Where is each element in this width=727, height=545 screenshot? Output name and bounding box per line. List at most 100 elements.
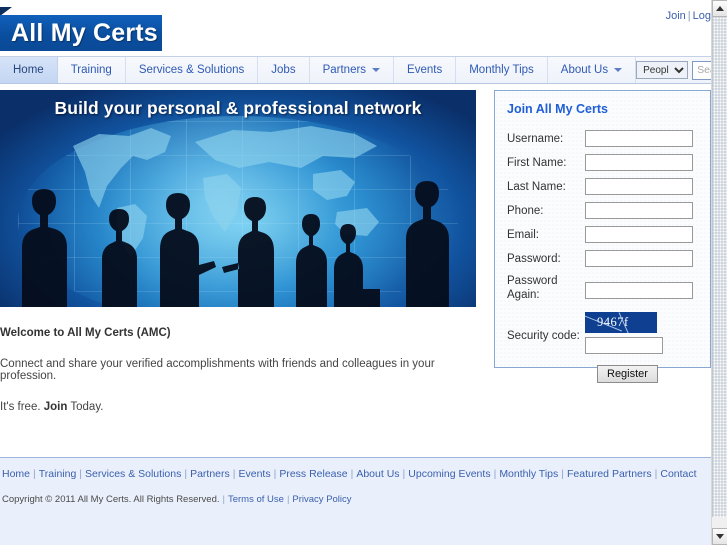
nav-label: Events bbox=[407, 64, 443, 76]
welcome-body: Connect and share your verified accompli… bbox=[0, 358, 435, 382]
account-links: Join | Log bbox=[666, 10, 711, 22]
username-input[interactable] bbox=[585, 130, 693, 147]
password-label: Password: bbox=[507, 253, 561, 265]
nav-label: Services & Solutions bbox=[138, 64, 245, 76]
footer-separator: | bbox=[654, 468, 658, 480]
footer-separator: | bbox=[561, 468, 564, 480]
nav-item-events[interactable]: Events bbox=[394, 57, 457, 83]
registration-form: Username: First Name: Last Name: Phone: bbox=[495, 116, 710, 383]
search-input[interactable] bbox=[693, 61, 711, 79]
main-navigation: Home Training Services & Solutions Jobs … bbox=[0, 56, 711, 84]
form-row-last-name: Last Name: bbox=[507, 178, 710, 195]
footer-copyright: Copyright © 2011 All My Certs. All Right… bbox=[0, 480, 711, 505]
footer-link-upcoming-events[interactable]: Upcoming Events bbox=[408, 468, 490, 480]
nav-item-training[interactable]: Training bbox=[58, 57, 126, 83]
footer-link-contact[interactable]: Contact bbox=[660, 468, 696, 480]
nav-item-about-us[interactable]: About Us bbox=[548, 57, 637, 83]
chevron-down-icon bbox=[614, 68, 623, 72]
footer-separator: | bbox=[350, 468, 354, 480]
phone-input[interactable] bbox=[585, 202, 693, 219]
terms-of-use-link[interactable]: Terms of Use bbox=[228, 494, 284, 505]
register-button[interactable]: Register bbox=[597, 364, 658, 383]
password-again-label: Password Again: bbox=[507, 274, 585, 302]
security-code-label: Security code: bbox=[507, 330, 580, 342]
nav-item-services-and-solutions[interactable]: Services & Solutions bbox=[126, 57, 259, 83]
privacy-policy-link[interactable]: Privacy Policy bbox=[292, 494, 351, 505]
search-scope-select[interactable]: People bbox=[636, 61, 689, 79]
footer-separator: | bbox=[79, 468, 83, 480]
footer-separator: | bbox=[232, 468, 236, 480]
email-input[interactable] bbox=[585, 226, 693, 243]
hero-title: Build your personal & professional netwo… bbox=[54, 98, 422, 118]
nav-label: Training bbox=[70, 64, 112, 76]
first-name-label: First Name: bbox=[507, 157, 567, 169]
nav-item-home[interactable]: Home bbox=[0, 57, 58, 83]
search-area: People bbox=[636, 57, 711, 83]
browser-page: All My Certs Join | Log Home Training Serv… bbox=[0, 0, 727, 545]
site-logo[interactable]: All My Certs bbox=[0, 7, 162, 51]
footer-link-press-release[interactable]: Press Release bbox=[279, 468, 347, 480]
triangle-down-icon bbox=[716, 534, 724, 539]
form-row-username: Username: bbox=[507, 130, 710, 147]
login-link[interactable]: Log bbox=[693, 10, 711, 22]
security-code-input[interactable] bbox=[585, 336, 663, 354]
scroll-down-button[interactable] bbox=[712, 528, 727, 545]
join-panel: Join All My Certs Username: First Name: … bbox=[494, 90, 711, 383]
site-footer: Home | Training | Services & Solutions | Partn… bbox=[0, 457, 711, 545]
join-link[interactable]: Join bbox=[666, 10, 686, 22]
nav-label: About Us bbox=[560, 64, 609, 76]
password-again-input[interactable] bbox=[585, 282, 693, 299]
footer-link-home[interactable]: Home bbox=[2, 468, 30, 480]
content-area: Build your personal & professional netwo… bbox=[0, 84, 711, 537]
page-viewport: All My Certs Join | Log Home Training Serv… bbox=[0, 0, 711, 545]
footer-separator: | bbox=[493, 468, 497, 480]
form-row-email: Email: bbox=[507, 226, 710, 243]
site-header: All My Certs Join | Log bbox=[0, 0, 711, 56]
footer-link-training[interactable]: Training bbox=[39, 468, 77, 480]
scroll-up-button[interactable] bbox=[712, 0, 727, 17]
email-label: Email: bbox=[507, 229, 539, 241]
nav-item-monthly-tips[interactable]: Monthly Tips bbox=[456, 57, 548, 83]
vertical-scrollbar[interactable] bbox=[711, 0, 727, 545]
last-name-input[interactable] bbox=[585, 178, 693, 195]
form-row-security-code: Security code: 9467f bbox=[507, 312, 710, 354]
triangle-up-icon bbox=[716, 6, 724, 11]
captcha-stack: 9467f bbox=[585, 312, 663, 354]
footer-link-partners[interactable]: Partners bbox=[190, 468, 230, 480]
business-people-silhouette bbox=[22, 181, 449, 307]
footer-separator: | bbox=[222, 494, 225, 505]
nav-label: Home bbox=[13, 64, 44, 76]
password-input[interactable] bbox=[585, 250, 693, 267]
footer-separator: | bbox=[33, 468, 36, 480]
form-row-first-name: First Name: bbox=[507, 154, 710, 171]
footer-link-services-and-solutions[interactable]: Services & Solutions bbox=[85, 468, 181, 480]
captcha-image: 9467f bbox=[585, 312, 657, 333]
first-name-input[interactable] bbox=[585, 154, 693, 171]
form-row-password-again: Password Again: bbox=[507, 274, 710, 302]
search-box bbox=[692, 60, 711, 80]
hero-banner: Build your personal & professional netwo… bbox=[0, 90, 476, 307]
form-row-phone: Phone: bbox=[507, 202, 710, 219]
footer-link-about-us[interactable]: About Us bbox=[356, 468, 399, 480]
footer-link-featured-partners[interactable]: Featured Partners bbox=[567, 468, 652, 480]
welcome-join-line: It's free. Join Today. bbox=[0, 401, 476, 413]
welcome-free-prefix: It's free. bbox=[0, 401, 44, 413]
footer-link-monthly-tips[interactable]: Monthly Tips bbox=[499, 468, 558, 480]
footer-links: Home | Training | Services & Solutions | Partn… bbox=[0, 458, 711, 480]
last-name-label: Last Name: bbox=[507, 181, 566, 193]
nav-item-partners[interactable]: Partners bbox=[310, 57, 395, 83]
footer-link-events[interactable]: Events bbox=[238, 468, 270, 480]
scrollbar-thumb[interactable] bbox=[712, 17, 727, 517]
footer-separator: | bbox=[184, 468, 188, 480]
password-again-label-line2: Again: bbox=[507, 289, 540, 301]
username-label: Username: bbox=[507, 133, 564, 145]
password-again-label-line1: Password bbox=[507, 275, 558, 287]
welcome-free-suffix: Today. bbox=[67, 401, 104, 413]
nav-item-jobs[interactable]: Jobs bbox=[258, 57, 310, 83]
join-panel-heading: Join All My Certs bbox=[507, 102, 608, 116]
nav-label: Partners bbox=[322, 64, 367, 76]
phone-label: Phone: bbox=[507, 205, 544, 217]
footer-separator: | bbox=[273, 468, 277, 480]
nav-label: Jobs bbox=[271, 64, 296, 76]
welcome-join-link[interactable]: Join bbox=[44, 401, 68, 413]
